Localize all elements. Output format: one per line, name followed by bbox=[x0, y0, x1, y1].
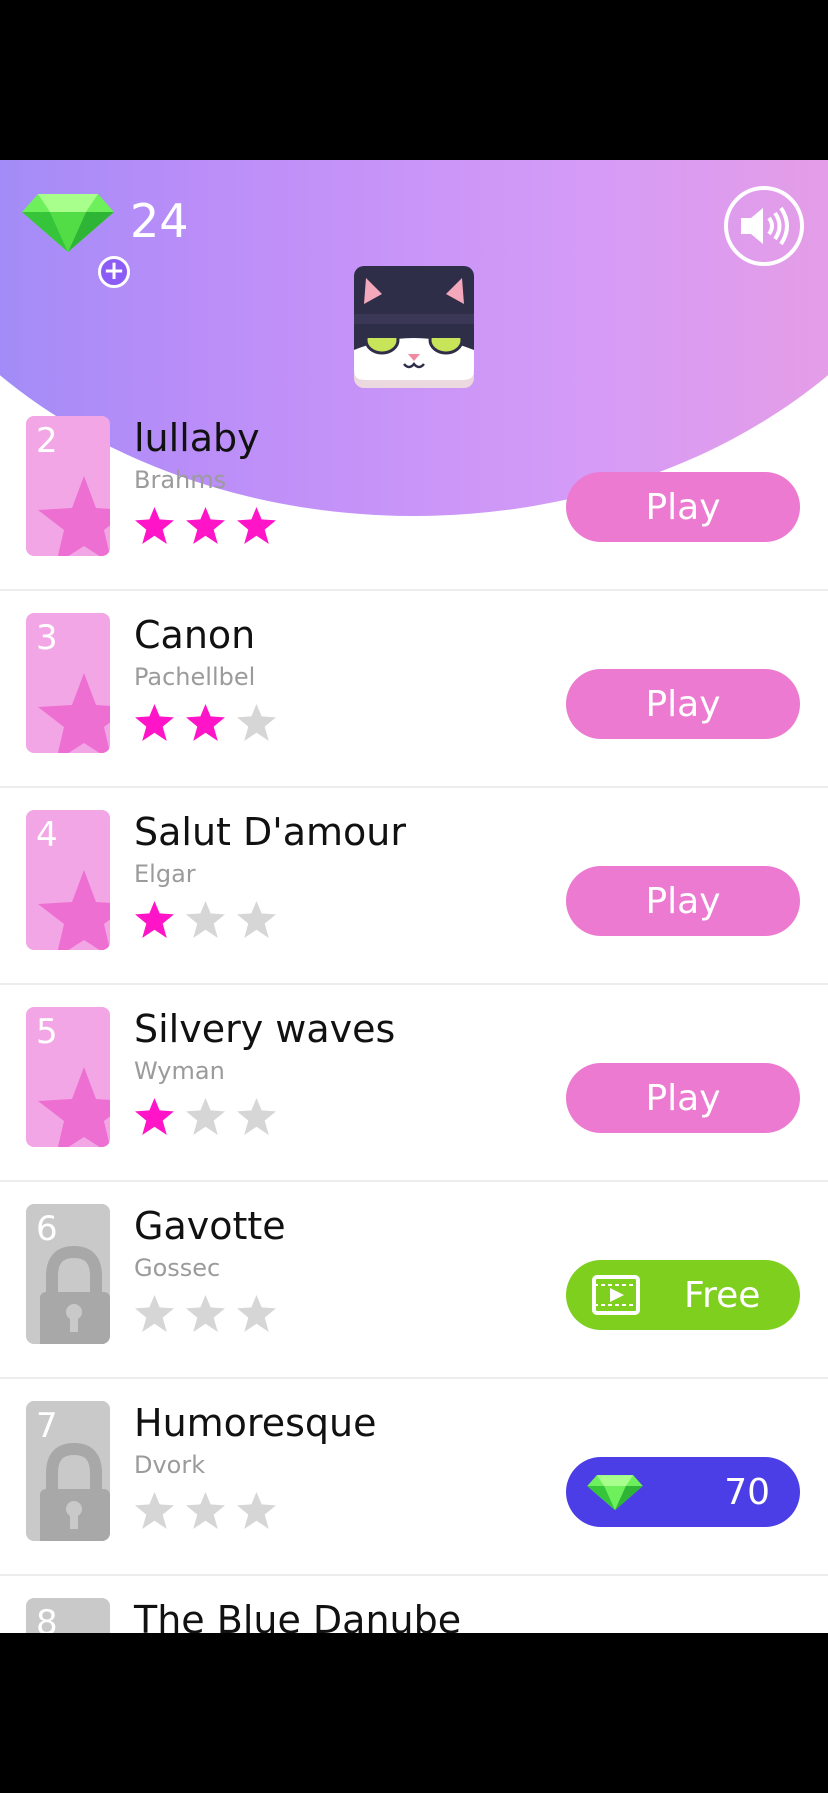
song-number: 5 bbox=[36, 1012, 58, 1052]
speaker-icon bbox=[741, 206, 789, 246]
song-thumbnail: 6 bbox=[26, 1204, 110, 1344]
star-rating bbox=[134, 703, 277, 742]
play-button[interactable]: Play bbox=[566, 669, 800, 739]
gem-shop-button[interactable]: + bbox=[20, 190, 130, 288]
song-thumbnail: 3 bbox=[26, 613, 110, 753]
song-number: 4 bbox=[36, 815, 58, 855]
song-artist: Pachellbel bbox=[134, 663, 256, 691]
star-rating bbox=[134, 1097, 277, 1136]
star-icon bbox=[135, 704, 174, 741]
play-button[interactable]: Play bbox=[566, 866, 800, 936]
star-icon bbox=[186, 1098, 225, 1135]
star-icon bbox=[237, 704, 276, 741]
song-number: 6 bbox=[36, 1209, 58, 1249]
song-thumbnail: 8 bbox=[26, 1598, 110, 1633]
star-icon bbox=[237, 1295, 276, 1332]
song-title: Humoresque bbox=[134, 1401, 377, 1445]
song-artist: Wyman bbox=[134, 1057, 225, 1085]
sound-toggle-button[interactable] bbox=[724, 186, 804, 266]
gem-price-label: 70 bbox=[724, 1471, 770, 1513]
play-button-label: Play bbox=[645, 880, 721, 922]
play-button-label: Play bbox=[645, 486, 721, 528]
song-row[interactable]: 7 Humoresque Dvork 70 bbox=[0, 1379, 828, 1576]
gem-icon bbox=[587, 1475, 643, 1511]
song-thumbnail: 7 bbox=[26, 1401, 110, 1541]
video-ad-icon bbox=[592, 1275, 640, 1315]
star-icon bbox=[237, 1098, 276, 1135]
star-icon bbox=[135, 1098, 174, 1135]
star-icon bbox=[237, 507, 276, 544]
song-row[interactable]: 8 The Blue Danube bbox=[0, 1576, 828, 1633]
song-title: Silvery waves bbox=[134, 1007, 396, 1051]
song-title: lullaby bbox=[134, 416, 260, 460]
play-button-label: Play bbox=[645, 1077, 721, 1119]
song-row[interactable]: 5 Silvery waves Wyman Play bbox=[0, 985, 828, 1182]
song-row[interactable]: 4 Salut D'amour Elgar Play bbox=[0, 788, 828, 985]
free-video-button[interactable]: Free bbox=[566, 1260, 800, 1330]
star-icon bbox=[186, 901, 225, 938]
play-button[interactable]: Play bbox=[566, 472, 800, 542]
star-icon bbox=[186, 507, 225, 544]
song-title: Salut D'amour bbox=[134, 810, 406, 854]
song-thumbnail: 2 bbox=[26, 416, 110, 556]
star-rating bbox=[134, 1491, 277, 1530]
song-number: 2 bbox=[36, 421, 58, 461]
star-rating bbox=[134, 900, 277, 939]
song-thumbnail: 4 bbox=[26, 810, 110, 950]
song-title: Canon bbox=[134, 613, 256, 657]
plus-icon: + bbox=[98, 256, 130, 288]
song-row[interactable]: 3 Canon Pachellbel Play bbox=[0, 591, 828, 788]
star-icon bbox=[135, 507, 174, 544]
star-icon bbox=[186, 1492, 225, 1529]
song-artist: Dvork bbox=[134, 1451, 206, 1479]
star-icon bbox=[135, 1492, 174, 1529]
unlock-with-gems-button[interactable]: 70 bbox=[566, 1457, 800, 1527]
song-number: 3 bbox=[36, 618, 58, 658]
star-icon bbox=[186, 1295, 225, 1332]
star-icon bbox=[237, 901, 276, 938]
star-icon bbox=[237, 1492, 276, 1529]
song-row[interactable]: 6 Gavotte Gossec Free bbox=[0, 1182, 828, 1379]
song-row[interactable]: 2 lullaby Brahms Play bbox=[0, 394, 828, 591]
free-button-label: Free bbox=[684, 1274, 761, 1316]
cat-avatar bbox=[352, 264, 476, 390]
song-list-screen: + 24 2 lullaby Brahms Play 3 Canon Pache… bbox=[0, 160, 828, 1633]
gem-icon bbox=[22, 194, 114, 252]
song-title: The Blue Danube bbox=[134, 1598, 462, 1633]
song-list: 2 lullaby Brahms Play 3 Canon Pachellbel… bbox=[0, 394, 828, 1633]
star-rating bbox=[134, 1294, 277, 1333]
song-thumbnail: 5 bbox=[26, 1007, 110, 1147]
song-artist: Brahms bbox=[134, 466, 227, 494]
star-icon bbox=[186, 704, 225, 741]
star-rating bbox=[134, 506, 277, 545]
star-icon bbox=[135, 901, 174, 938]
song-number: 7 bbox=[36, 1406, 58, 1446]
song-number: 8 bbox=[36, 1603, 58, 1633]
star-icon bbox=[135, 1295, 174, 1332]
song-artist: Elgar bbox=[134, 860, 196, 888]
song-artist: Gossec bbox=[134, 1254, 221, 1282]
play-button[interactable]: Play bbox=[566, 1063, 800, 1133]
gem-count: 24 bbox=[130, 194, 189, 248]
play-button-label: Play bbox=[645, 683, 721, 725]
song-title: Gavotte bbox=[134, 1204, 286, 1248]
